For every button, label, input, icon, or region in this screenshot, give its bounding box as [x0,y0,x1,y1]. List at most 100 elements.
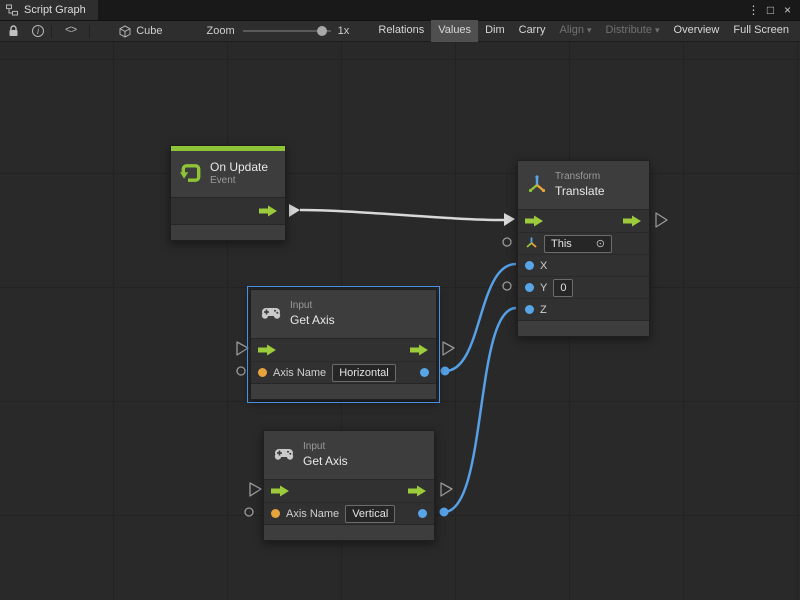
zoom-value: 1x [338,25,350,37]
node-header: Transform Translate [518,161,649,209]
node-title: On Update [210,160,268,175]
node-on-update[interactable]: On Update Event [170,145,286,241]
node-footer [171,224,285,240]
toolbar-button-dim[interactable]: Dim [478,20,512,42]
node-title: Get Axis [290,313,335,328]
node-header: Input Get Axis [264,431,434,479]
node-header: On Update Event [171,151,285,197]
toolbar-button-relations[interactable]: Relations [371,20,431,42]
info-icon[interactable]: i [32,21,44,41]
wire-vertical-to-z[interactable] [444,308,516,512]
node-translate[interactable]: Transform Translate [517,160,650,337]
flow-arrow-out-icon[interactable] [408,485,427,497]
code-icon[interactable]: <> [65,21,76,41]
get-axis-h-input-port[interactable] [237,342,248,355]
tab-label: Script Graph [24,4,86,16]
node-subtitle: Input [290,300,335,313]
chevron-down-icon: ▾ [587,25,592,35]
axis-name-input-port[interactable] [258,368,267,377]
get-axis-v-input-port[interactable] [250,483,261,496]
x-value-port[interactable] [525,261,534,270]
wire-control-flow[interactable] [300,210,504,220]
y-port-label: Y [540,282,547,294]
gamepad-icon [260,306,282,323]
toolbar-button-overview[interactable]: Overview [667,20,727,42]
graph-canvas[interactable]: On Update Event Transform [0,42,800,600]
z-port-row: Z [518,298,649,320]
axis-name-row: Axis Name Vertical [264,502,434,524]
gamepad-icon [273,447,295,464]
axis-result-port[interactable] [420,368,429,377]
window-tab[interactable]: Script Graph [0,0,98,20]
axis-name-row: Axis Name Horizontal [251,361,436,383]
control-output-row [171,198,285,224]
script-graph-window: Script Graph ⋮ □ × i <> Cube Zoom 1x Rel… [0,0,800,600]
graph-tab-icon [6,0,18,20]
translate-input-port[interactable] [504,213,515,226]
zoom-slider[interactable] [243,25,331,37]
x-port-row: X [518,254,649,276]
get-axis-v-name-port[interactable] [245,508,253,516]
wire-horizontal-to-x[interactable] [445,264,516,371]
toolbar-separator [51,25,52,38]
node-subtitle: Event [210,175,268,188]
toolbar-button-carry[interactable]: Carry [512,20,553,42]
toolbar-button-values[interactable]: Values [431,20,478,42]
toolbar-button-fullscreen[interactable]: Full Screen [726,20,796,42]
flow-arrow-out-icon[interactable] [410,344,429,356]
toolbar-button-align[interactable]: Align▾ [553,20,599,42]
y-value-port[interactable] [525,283,534,292]
transform-icon [527,174,547,197]
window-controls: ⋮ □ × [745,0,800,20]
node-footer [251,383,436,399]
node-footer [518,320,649,336]
transform-mini-icon [525,236,538,252]
node-subtitle: Transform [555,171,605,184]
lock-icon[interactable] [8,21,19,41]
flow-arrow-in-icon[interactable] [258,344,277,356]
control-flow-row [251,339,436,361]
axis-result-port[interactable] [418,509,427,518]
this-object-field[interactable]: This ⊙ [544,235,612,253]
get-axis-h-output-port[interactable] [441,367,450,376]
on-update-output-port[interactable] [289,204,300,217]
toolbar-button-distribute[interactable]: Distribute▾ [599,20,667,42]
node-get-axis-horizontal[interactable]: Input Get Axis Axis Name Horizontal [250,289,437,400]
control-flow-row [264,480,434,502]
node-get-axis-vertical[interactable]: Input Get Axis Axis Name Vertical [263,430,435,541]
target-label[interactable]: Cube [136,25,162,37]
axis-name-field[interactable]: Horizontal [332,364,396,382]
close-button[interactable]: × [779,1,796,19]
node-header: Input Get Axis [251,290,436,338]
get-axis-v-output-port[interactable] [440,508,449,517]
get-axis-h-flow-output-port[interactable] [443,342,454,355]
axis-name-label: Axis Name [286,508,339,520]
y-value-field[interactable]: 0 [553,279,573,297]
get-axis-h-name-port[interactable] [237,367,245,375]
menu-button[interactable]: ⋮ [745,1,762,19]
object-picker-icon[interactable]: ⊙ [596,237,605,251]
update-loop-icon [180,162,202,187]
flow-arrow-in-icon[interactable] [271,485,290,497]
toolbar-separator [89,25,90,38]
flow-arrow-in-icon[interactable] [525,215,544,227]
translate-y-port[interactable] [503,282,511,290]
cube-icon [119,21,131,41]
node-title: Get Axis [303,454,348,469]
node-subtitle: Input [303,441,348,454]
zoom-label: Zoom [207,25,235,37]
translate-output-port[interactable] [656,213,667,227]
axis-name-input-port[interactable] [271,509,280,518]
axis-name-label: Axis Name [273,367,326,379]
get-axis-v-flow-output-port[interactable] [441,483,452,496]
axis-name-field[interactable]: Vertical [345,505,395,523]
title-bar: Script Graph ⋮ □ × [0,0,800,20]
flow-arrow-out-icon[interactable] [259,205,278,217]
flow-arrow-out-icon[interactable] [623,215,642,227]
maximize-button[interactable]: □ [762,1,779,19]
z-port-label: Z [540,304,547,316]
zoom-slider-knob[interactable] [317,26,327,36]
z-value-port[interactable] [525,305,534,314]
translate-this-port[interactable] [503,238,511,246]
chevron-down-icon: ▾ [655,25,660,35]
